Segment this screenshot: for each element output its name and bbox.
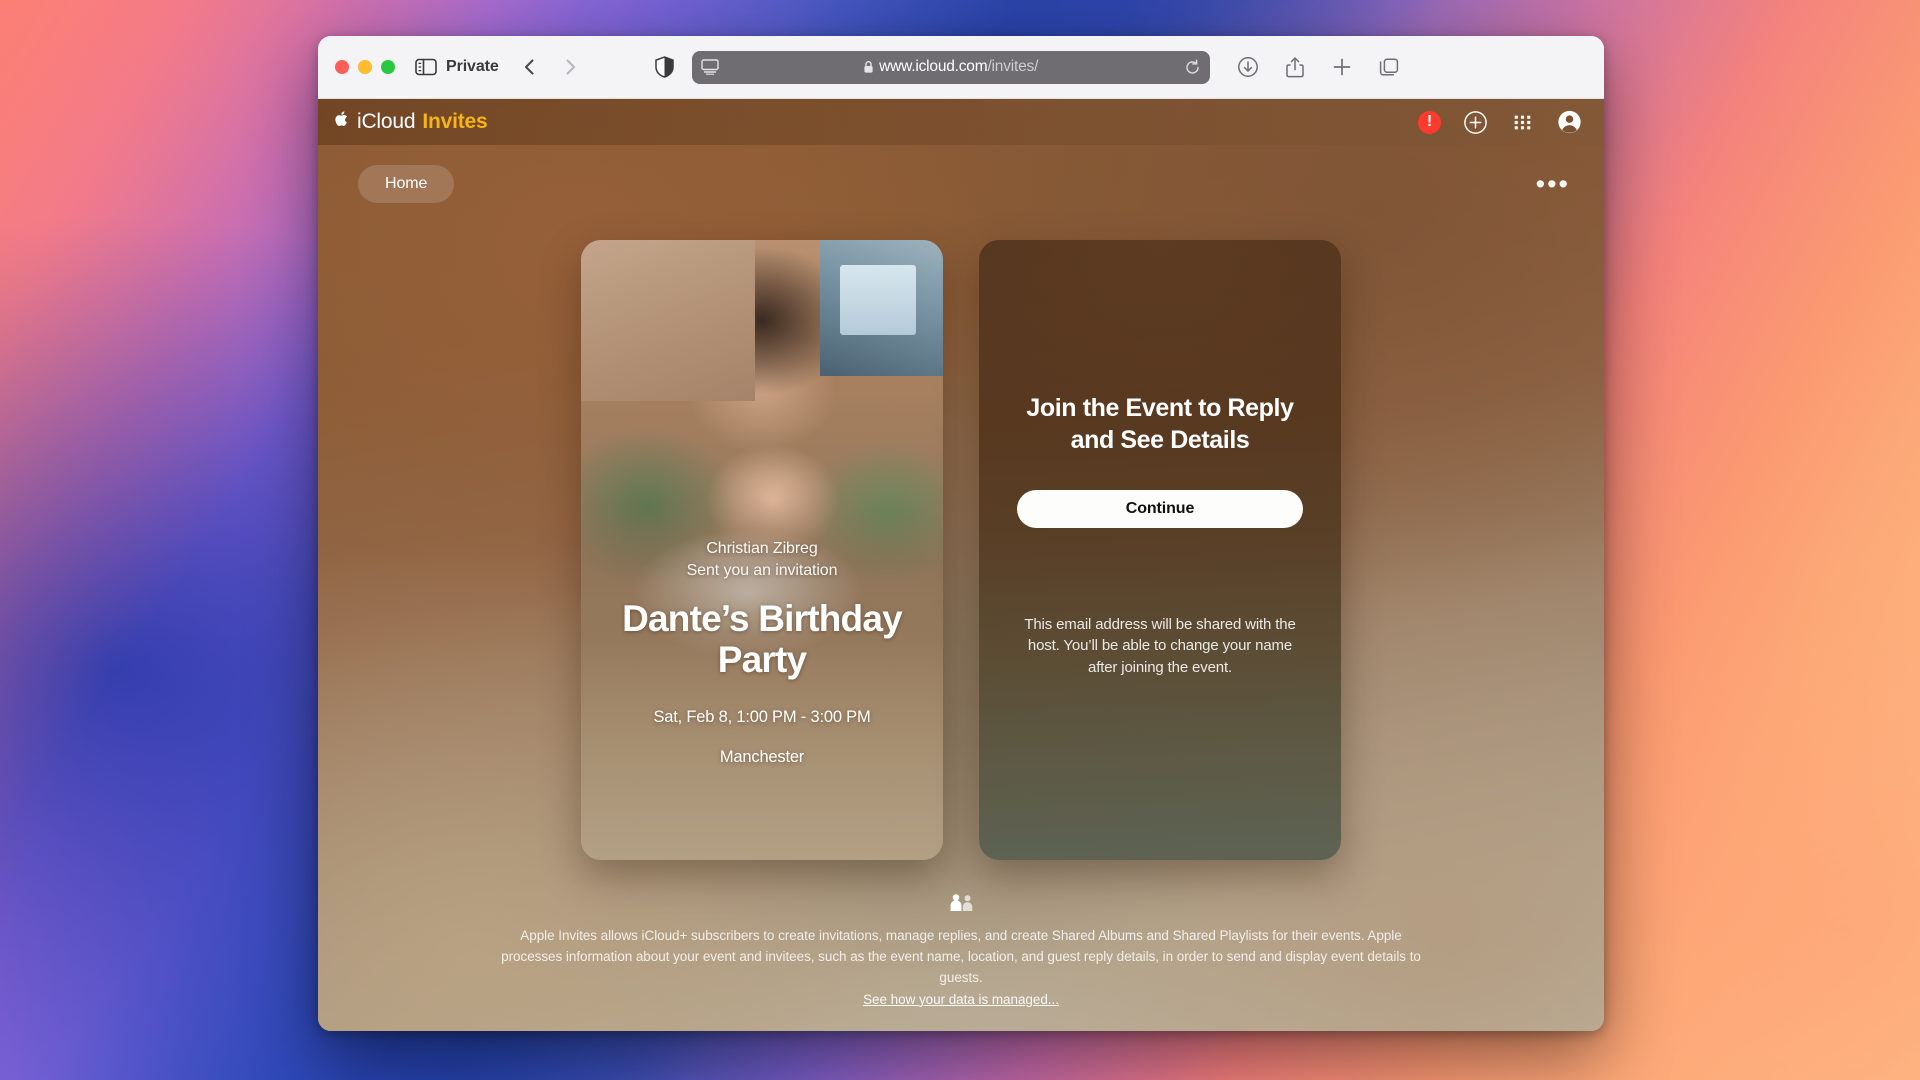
continue-button[interactable]: Continue <box>1017 490 1303 528</box>
brand-icloud-text: iCloud <box>357 110 416 133</box>
back-button[interactable] <box>517 54 543 80</box>
share-icon[interactable] <box>1284 56 1306 78</box>
join-panel-note: This email address will be shared with t… <box>1024 616 1296 676</box>
icloud-app-header: iCloud Invites ! <box>318 99 1604 145</box>
downloads-icon[interactable] <box>1237 56 1259 78</box>
data-management-link[interactable]: See how your data is managed... <box>863 992 1059 1007</box>
url-domain: www.icloud.com <box>879 58 988 75</box>
more-options-button[interactable]: ••• <box>1532 170 1574 198</box>
sidebar-icon[interactable] <box>415 58 437 76</box>
icloud-invites-brand[interactable]: iCloud Invites <box>335 110 488 134</box>
event-title: Dante’s Birthday Party <box>622 598 903 681</box>
page-content: iCloud Invites ! Home ••• Christian Zibr… <box>318 99 1604 1031</box>
minimize-window-button[interactable] <box>358 60 372 74</box>
apple-logo-icon <box>335 110 350 132</box>
tab-overview-icon[interactable] <box>1378 56 1400 78</box>
window-traffic-lights <box>335 60 395 74</box>
url-path: /invites/ <box>987 58 1039 75</box>
maximize-window-button[interactable] <box>381 60 395 74</box>
toolbar-actions <box>1237 56 1400 78</box>
safari-browser-window: Private www.icloud.com/invites/ iCloud I… <box>318 36 1604 1031</box>
event-datetime: Sat, Feb 8, 1:00 PM - 3:00 PM <box>653 707 871 726</box>
private-browsing-label: Private <box>446 58 499 75</box>
event-location: Manchester <box>719 747 805 766</box>
desktop-wallpaper: Private www.icloud.com/invites/ iCloud I… <box>0 0 1920 1080</box>
forward-button[interactable] <box>557 54 583 80</box>
address-bar[interactable]: www.icloud.com/invites/ <box>691 50 1210 84</box>
join-panel-title: Join the Event to Reply and See Details <box>1026 394 1294 454</box>
app-grid-icon[interactable] <box>1510 110 1535 135</box>
host-subtitle: Sent you an invitation <box>686 562 838 579</box>
lock-icon <box>863 60 874 74</box>
brand-invites-text: Invites <box>422 110 488 133</box>
host-name: Christian Zibreg <box>706 540 818 557</box>
invitation-details: Christian Zibreg Sent you an invitation … <box>581 540 943 767</box>
privacy-shield-icon[interactable] <box>654 56 674 78</box>
two-people-icon <box>488 893 1434 913</box>
address-bar-url: www.icloud.com/invites/ <box>692 58 1210 76</box>
footer-disclaimer: Apple Invites allows iCloud+ subscribers… <box>501 928 1421 985</box>
page-nav-row: Home ••• <box>318 145 1604 203</box>
home-button[interactable]: Home <box>358 165 455 203</box>
reload-icon[interactable] <box>1184 58 1201 76</box>
plus-circle-icon[interactable] <box>1463 110 1488 135</box>
join-event-panel: Join the Event to Reply and See Details … <box>979 240 1341 860</box>
reader-view-icon[interactable] <box>700 59 719 75</box>
browser-toolbar: Private www.icloud.com/invites/ <box>318 36 1604 99</box>
app-header-actions: ! <box>1418 110 1582 135</box>
cards-container: Christian Zibreg Sent you an invitation … <box>318 240 1604 860</box>
account-avatar-icon[interactable] <box>1557 110 1582 135</box>
page-footer: Apple Invites allows iCloud+ subscribers… <box>318 893 1604 1009</box>
close-window-button[interactable] <box>335 60 349 74</box>
plus-icon[interactable] <box>1331 56 1353 78</box>
invitation-card: Christian Zibreg Sent you an invitation … <box>581 240 943 860</box>
alert-badge[interactable]: ! <box>1418 110 1441 134</box>
